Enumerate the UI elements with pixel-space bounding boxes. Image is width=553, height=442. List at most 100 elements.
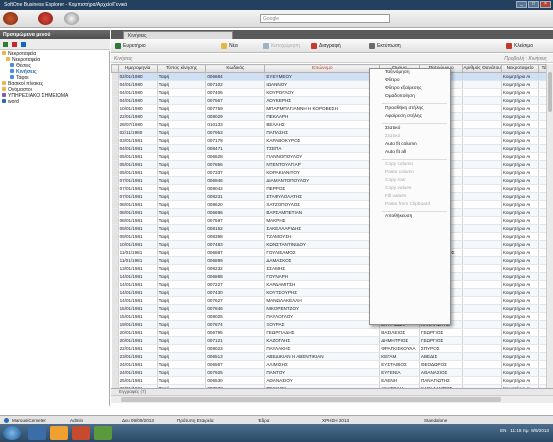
- table-cell[interactable]: Ταφή: [157, 224, 207, 233]
- table-cell[interactable]: 008042: [205, 184, 266, 193]
- context-menu-item[interactable]: Paste column: [370, 169, 450, 177]
- horizontal-scrollbar[interactable]: [111, 395, 553, 403]
- table-cell[interactable]: ΚΟΥΤΣΟΥΡΗΣ: [264, 288, 381, 297]
- table-cell[interactable]: Ταφή: [157, 72, 207, 81]
- table-cell[interactable]: 008025: [205, 312, 266, 321]
- table-cell[interactable]: 08/01/1981: [118, 200, 158, 209]
- table-cell[interactable]: ΜΑΝΩΛΑΚΕΛΛΗ: [264, 296, 381, 305]
- table-cell[interactable]: ΘΕΟΔΩΡΟΣ: [419, 360, 464, 369]
- table-cell[interactable]: [462, 144, 502, 153]
- horizontal-scroll-thumb[interactable]: [121, 397, 501, 402]
- table-cell[interactable]: Ταφή: [157, 200, 207, 209]
- table-cell[interactable]: 008023: [205, 344, 266, 353]
- table-cell[interactable]: 006946: [205, 176, 266, 185]
- table-cell[interactable]: Ταφή: [157, 152, 207, 161]
- table-cell[interactable]: ΠΑΝΑΓΙΩΤΗΣ: [419, 376, 464, 385]
- row-indicator[interactable]: [111, 104, 119, 113]
- table-cell[interactable]: ΚΑΖΟΓΛΗΣ: [264, 336, 381, 345]
- table-row[interactable]: 15/01/1981Ταφή008025ΠΑΥΛΟΓΛΟΥΣΟΦΙΑΣΤΑΥΡΟ…: [111, 312, 553, 321]
- table-row[interactable]: 22/01/1980 Ταφή 008029 ΠΕΚΛΑΡΗ Κοιμητήριο Αι: [111, 112, 553, 121]
- table-cell[interactable]: ΞΟΥΡΑΣ: [264, 320, 381, 329]
- table-cell[interactable]: 07/01/1981: [118, 184, 158, 193]
- table-cell[interactable]: Ταφή: [157, 328, 207, 337]
- row-indicator[interactable]: [111, 352, 119, 361]
- table-cell[interactable]: 15/01/1981: [118, 304, 158, 313]
- table-cell[interactable]: 006795: [205, 328, 266, 337]
- table-cell[interactable]: ΝΙΚΟΡΕΝΤΖΟΥ: [264, 304, 381, 313]
- table-cell[interactable]: Κοιμητήριο Αι: [501, 176, 540, 185]
- table-row[interactable]: 05/01/1981 Ταφή 006828 ΓΙΑΝΝΟΠΟΥΛΟΥ Κοιμητήρ…: [111, 152, 553, 161]
- table-cell[interactable]: Κοιμητήριο Αι: [501, 72, 540, 81]
- table-cell[interactable]: 008398: [205, 232, 266, 241]
- context-menu-item[interactable]: Copy column: [370, 161, 450, 169]
- table-cell[interactable]: 007337: [205, 168, 266, 177]
- context-menu-item[interactable]: Fill values: [370, 193, 450, 201]
- table-cell[interactable]: [462, 176, 502, 185]
- column-header[interactable]: Ημερομηνία: [117, 64, 158, 73]
- table-cell[interactable]: [462, 232, 502, 241]
- table-cell[interactable]: [462, 240, 502, 249]
- table-row[interactable]: 13/01/1981Ταφή008232ΣΣΑΜΗΣΠΑΥΛΟΣΕΜΜΑΝΟΥΗ…: [111, 264, 553, 273]
- table-cell[interactable]: ΠΑΥΛΑΚΗΣ: [264, 344, 381, 353]
- tray-lang[interactable]: EN: [500, 428, 506, 433]
- table-cell[interactable]: [462, 224, 502, 233]
- table-cell[interactable]: 008232: [205, 264, 266, 273]
- table-row[interactable]: 05/01/1981 Ταφή 007337 ΚΟΡΑΚΙΑΝΙΤΟΥ Κοιμητήρ…: [111, 168, 553, 177]
- print-button[interactable]: Εκτύπωση: [369, 42, 401, 50]
- table-cell[interactable]: Κοιμητήριο Αι: [501, 272, 540, 281]
- table-cell[interactable]: Κοιμητήριο Αι: [501, 152, 540, 161]
- table-row[interactable]: 11/01/1981Ταφή006899ΔΑΜΑΣΚΟΣΣΩΚΡΑΤΗΣΕΥΑΓ…: [111, 256, 553, 265]
- row-indicator[interactable]: [111, 120, 119, 129]
- table-cell[interactable]: Ταφή: [157, 344, 207, 353]
- table-row[interactable]: 04/01/1981 Ταφή 008471 ΤΣΕΠΑ Κοιμητήριο Αι: [111, 144, 553, 153]
- table-cell[interactable]: ΦΡΑΓΚΙΣΚΟΥΛΑ: [379, 344, 420, 353]
- row-indicator[interactable]: [111, 248, 119, 257]
- table-row[interactable]: 23/01/1981 Ταφή 006513 ΑΒΕΔΙΚΙΑΝ Η ΑΒΕΝΤΙΚΙ…: [111, 352, 553, 361]
- row-indicator[interactable]: [111, 136, 119, 145]
- table-row[interactable]: 05/01/1981 Ταφή 007856 ΝΤΕΝΤΟΥΑΓΙΑΡ Κοιμητήρ…: [111, 160, 553, 169]
- table-cell[interactable]: ΠΕΡΡΟΣ: [264, 184, 381, 193]
- table-cell[interactable]: [462, 296, 502, 305]
- table-cell[interactable]: 007627: [205, 296, 266, 305]
- table-cell[interactable]: [462, 360, 502, 369]
- tray-date[interactable]: 9/9/2013: [531, 428, 549, 433]
- context-menu-item[interactable]: Auto fit all: [370, 149, 450, 157]
- table-cell[interactable]: ΕΥΓΕΝΙΑ: [379, 368, 420, 377]
- maximize-button[interactable]: □: [528, 1, 539, 8]
- table-cell[interactable]: Ταφή: [157, 176, 207, 185]
- table-cell[interactable]: 02/01/1980: [118, 72, 158, 81]
- taskbar-explorer-icon[interactable]: [50, 426, 68, 440]
- table-cell[interactable]: [462, 280, 502, 289]
- table-row[interactable]: 03/01/1981 Ταφή 007178 ΚΑΡΑΒΟΚΥΡΟΣ Κοιμητήρι…: [111, 136, 553, 145]
- table-row[interactable]: 14/01/1981Ταφή007430ΚΟΥΤΣΟΥΡΗΣΣΤΥΛΙΑΝΗΙΩ…: [111, 288, 553, 297]
- table-cell[interactable]: ΒΕΛΛΗΣ: [264, 120, 381, 129]
- table-cell[interactable]: 007406: [205, 88, 266, 97]
- table-cell[interactable]: 007121: [205, 336, 266, 345]
- table-row[interactable]: 24/01/1981 Ταφή 007925 ΠΑΝΤΟΥ ΕΥΓΕΝΙΑ ΑΘΑΝΑΣΙ…: [111, 368, 553, 377]
- table-cell[interactable]: [462, 328, 502, 337]
- table-cell[interactable]: ΓΟΥΝΑΡΗ: [264, 272, 381, 281]
- table-row[interactable]: 04/01/1980 Ταφή 007406 ΚΟΥΡΟΓΛΟΥ Κοιμητήριο …: [111, 88, 553, 97]
- table-cell[interactable]: 007227: [205, 280, 266, 289]
- column-header[interactable]: Αριθμός Θανάτου: [462, 64, 502, 73]
- context-menu-item[interactable]: Προσθήκη στήλης: [370, 105, 450, 113]
- row-indicator[interactable]: [111, 320, 119, 329]
- table-row[interactable]: 08/01/1981 Ταφή 006686 ΒΑΡΣΑΜΠΕΤΙΑΝ Κοιμητήρ…: [111, 208, 553, 217]
- table-cell[interactable]: [462, 128, 502, 137]
- remove-icon[interactable]: [12, 42, 17, 47]
- table-cell[interactable]: Ταφή: [157, 320, 207, 329]
- table-cell[interactable]: Ταφή: [157, 360, 207, 369]
- table-cell[interactable]: Κοιμητήριο Αι: [501, 136, 540, 145]
- table-cell[interactable]: ΓΕΩΡΓΙΑΔΗΣ: [264, 328, 381, 337]
- table-row[interactable]: 20/01/1981 Ταφή 006795 ΓΕΩΡΓΙΑΔΗΣ ΒΑΣΙΛΕΙΟΣ Γ…: [111, 328, 553, 337]
- search-input[interactable]: Google: [260, 14, 390, 23]
- table-cell[interactable]: ΒΑΣΙΛΕΙΟΣ: [379, 328, 420, 337]
- table-cell[interactable]: Ταφή: [157, 80, 207, 89]
- table-cell[interactable]: [462, 72, 502, 81]
- close-button[interactable]: ×: [540, 1, 551, 8]
- table-cell[interactable]: 13/01/1981: [118, 264, 158, 273]
- row-indicator[interactable]: [111, 256, 119, 265]
- taskbar-ie-icon[interactable]: [28, 426, 46, 440]
- table-cell[interactable]: Ταφή: [157, 104, 207, 113]
- row-indicator[interactable]: [111, 360, 119, 369]
